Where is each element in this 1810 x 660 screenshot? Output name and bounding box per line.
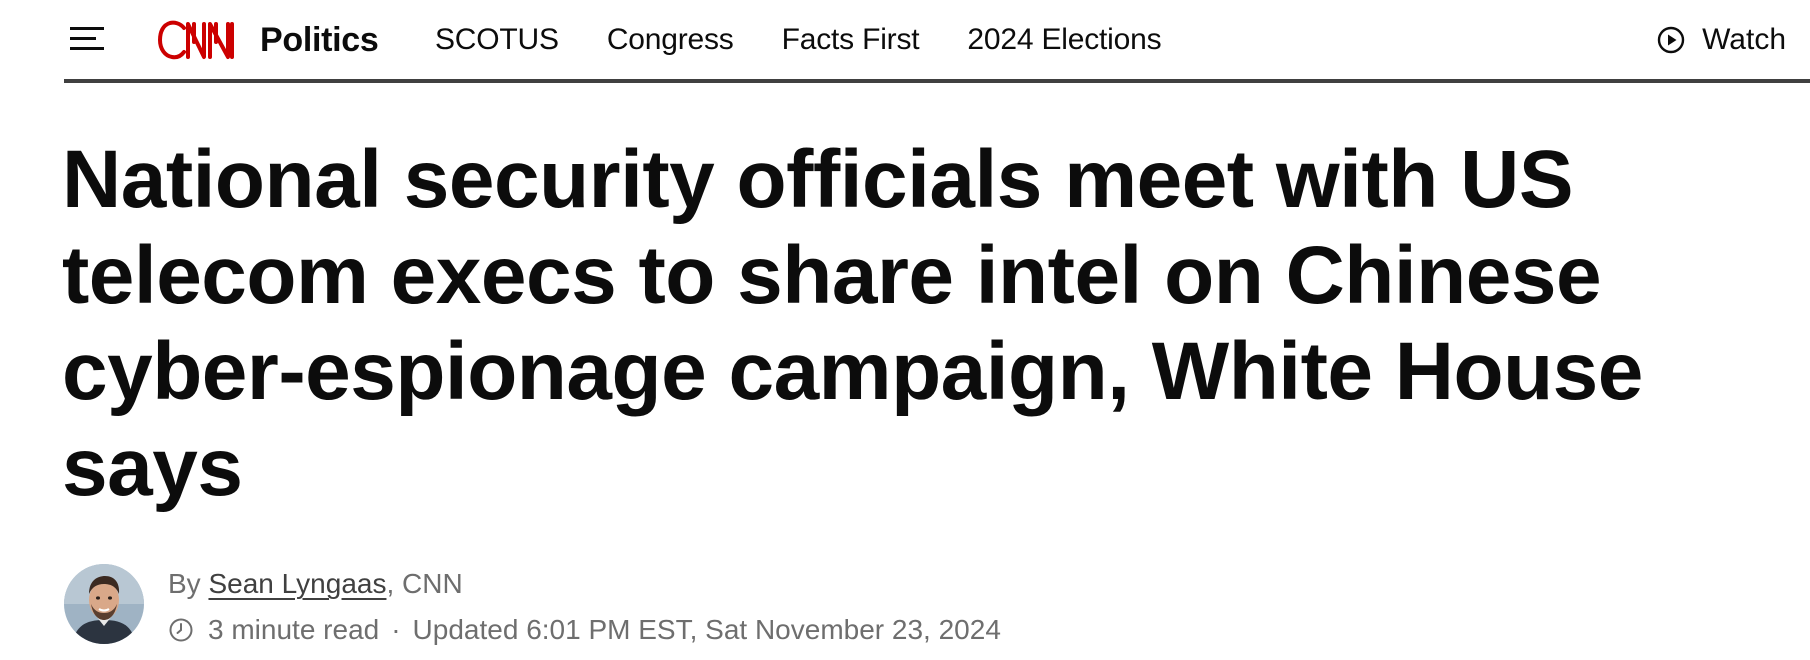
play-circle-icon — [1657, 26, 1685, 54]
section-name[interactable]: Politics — [260, 21, 379, 60]
cnn-politics-logo[interactable]: Politics — [158, 18, 379, 62]
article-byline: By Sean Lyngaas, CNN 3 minute read · Upd… — [64, 564, 1764, 646]
main-nav: SCOTUS Congress Facts First 2024 Electio… — [435, 18, 1209, 62]
clock-icon — [169, 618, 193, 642]
author-avatar[interactable] — [64, 564, 144, 644]
watch-label: Watch — [1702, 23, 1786, 56]
nav-item-2024-elections[interactable]: 2024 Elections — [967, 23, 1161, 57]
nav-item-congress[interactable]: Congress — [607, 23, 734, 57]
meta-separator: · — [391, 614, 401, 645]
read-time: 3 minute read — [208, 614, 380, 645]
nav-item-facts-first[interactable]: Facts First — [782, 23, 920, 57]
article-meta: 3 minute read · Updated 6:01 PM EST, Sat… — [168, 614, 1001, 646]
byline-prefix: By — [168, 568, 201, 599]
cnn-logo — [158, 20, 234, 60]
nav-item-scotus[interactable]: SCOTUS — [435, 23, 559, 57]
updated-timestamp: Updated 6:01 PM EST, Sat November 23, 20… — [412, 614, 1001, 645]
byline-separator: , — [386, 568, 395, 599]
byline-outlet: CNN — [402, 568, 463, 599]
header-divider — [64, 79, 1810, 83]
hamburger-menu-icon[interactable] — [68, 24, 108, 54]
author-link[interactable]: Sean Lyngaas — [208, 568, 386, 599]
site-header: Politics SCOTUS Congress Facts First 202… — [0, 0, 1810, 83]
article-headline: National security officials meet with US… — [62, 134, 1643, 513]
watch-button[interactable]: Watch — [1656, 18, 1786, 62]
byline-text: By Sean Lyngaas, CNN — [168, 568, 463, 600]
